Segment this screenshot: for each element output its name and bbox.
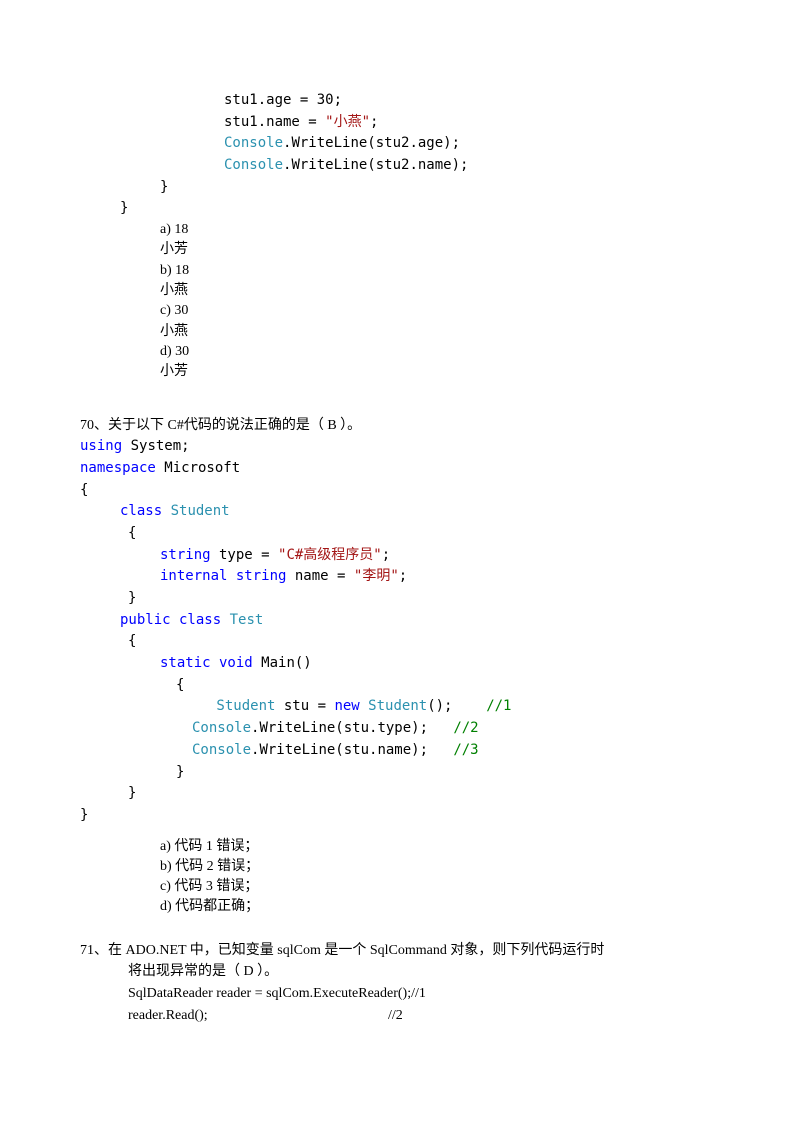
q70-code-brace: { [80, 523, 714, 545]
q70-code-brace: } [80, 588, 714, 610]
q69-option-c-sub: 小燕 [160, 322, 714, 342]
q70-code-line: class Student [80, 501, 714, 523]
q70-code-line: namespace Microsoft [80, 458, 714, 480]
q70-code-brace: { [80, 631, 714, 653]
q70-code-line: public class Test [80, 610, 714, 632]
q70-option-c: c) 代码 3 错误； [160, 877, 714, 897]
q70-code-brace: { [80, 480, 714, 502]
q69-code-line: stu1.name = "小燕"; [80, 112, 714, 134]
q70-code-brace: { [80, 675, 714, 697]
q69-option-c: c) 30 [160, 301, 714, 321]
q71-stem: 71、在 ADO.NET 中，已知变量 sqlCom 是一个 SqlComman… [80, 940, 714, 962]
q70-option-b: b) 代码 2 错误； [160, 857, 714, 877]
q70-option-d: d) 代码都正确； [160, 897, 714, 917]
q69-option-b-sub: 小燕 [160, 281, 714, 301]
q71-stem-cont: 将出现异常的是（ D ）。 [80, 961, 714, 983]
q70-code-line: using System; [80, 436, 714, 458]
q69-code-line: stu1.age = 30; [80, 90, 714, 112]
q69-option-a-sub: 小芳 [160, 240, 714, 260]
q70-code-line: Console.WriteLine(stu.type); //2 [80, 718, 714, 740]
q69-option-d-sub: 小芳 [160, 362, 714, 382]
q70-code-brace: } [80, 783, 714, 805]
q69-option-a: a) 18 [160, 220, 714, 240]
q69-option-b: b) 18 [160, 261, 714, 281]
q71-code-line: reader.Read();//2 [80, 1005, 714, 1027]
q69-option-d: d) 30 [160, 342, 714, 362]
q70-code-line: Console.WriteLine(stu.name); //3 [80, 740, 714, 762]
q69-code-line: Console.WriteLine(stu2.age); [80, 133, 714, 155]
q70-code-brace: } [80, 805, 714, 827]
q71-code-line: SqlDataReader reader = sqlCom.ExecuteRea… [80, 983, 714, 1005]
q69-options: a) 18 小芳 b) 18 小燕 c) 30 小燕 d) 30 小芳 [160, 220, 714, 382]
q69-code-brace: } [80, 177, 714, 199]
q70-code-line: string type = "C#高级程序员"; [80, 545, 714, 567]
q70-code-brace: } [80, 762, 714, 784]
q70-code-line: internal string name = "李明"; [80, 566, 714, 588]
q69-code-brace: } [80, 198, 714, 220]
q70-code-line: static void Main() [80, 653, 714, 675]
q70-stem: 70、关于以下 C#代码的说法正确的是（ B ）。 [80, 415, 714, 437]
q70-options: a) 代码 1 错误； b) 代码 2 错误； c) 代码 3 错误； d) 代… [160, 837, 714, 918]
q69-code-line: Console.WriteLine(stu2.name); [80, 155, 714, 177]
q70-option-a: a) 代码 1 错误； [160, 837, 714, 857]
q70-code-line: Student stu = new Student(); //1 [80, 696, 714, 718]
